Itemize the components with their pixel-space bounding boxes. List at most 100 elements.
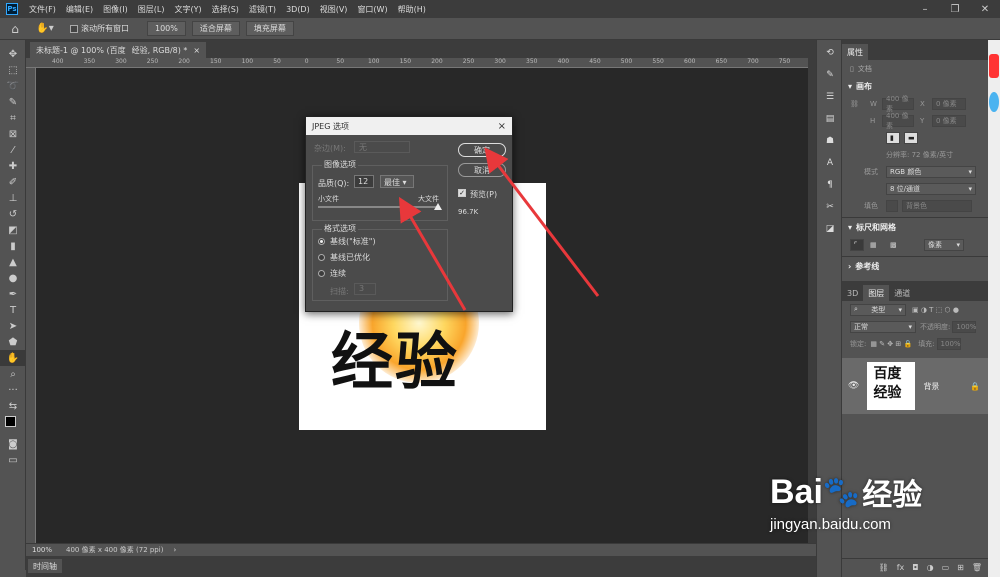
delete-layer-icon[interactable]: 🗑	[972, 563, 982, 572]
menu-filter[interactable]: 滤镜(T)	[244, 4, 281, 15]
matte-dropdown[interactable]: 无	[354, 141, 410, 153]
menu-file[interactable]: 文件(F)	[24, 4, 61, 15]
quick-select-tool-icon[interactable]: ✎	[0, 94, 26, 110]
link-layers-icon[interactable]: ⛓	[879, 563, 889, 572]
dodge-tool-icon[interactable]: ●	[0, 270, 26, 286]
path-select-tool-icon[interactable]: ➤	[0, 318, 26, 334]
timeline-tab[interactable]: 时间轴	[28, 559, 62, 573]
adjustments-panel-icon[interactable]: ☰	[817, 88, 843, 106]
baseline-optimized-radio[interactable]	[318, 254, 325, 261]
portrait-icon[interactable]: ▮	[886, 131, 900, 144]
baseline-standard-radio[interactable]	[318, 238, 325, 245]
screen-mode-icon[interactable]: ▭	[0, 452, 26, 468]
tools-panel-icon[interactable]: ✂	[817, 198, 843, 216]
quality-preset-dropdown[interactable]: 最佳 ▾	[380, 175, 414, 188]
fill-swatch[interactable]	[886, 199, 898, 212]
more-tools-icon[interactable]: ···	[0, 382, 26, 398]
tab-properties[interactable]: 属性	[842, 44, 868, 60]
history-panel-icon[interactable]: ⟲	[817, 44, 843, 62]
document-tab[interactable]: 未标题-1 @ 100% (百度 经验, RGB/8) * ×	[30, 42, 207, 58]
move-tool-icon[interactable]: ✥	[0, 46, 26, 62]
quick-mask-icon[interactable]: ◙	[0, 436, 26, 452]
default-colors-icon[interactable]: ⇆	[0, 398, 26, 414]
quality-field[interactable]: 12	[354, 175, 374, 188]
document-tab-close-icon[interactable]: ×	[193, 46, 200, 55]
minimize-icon[interactable]: –	[910, 0, 940, 18]
shape-tool-icon[interactable]: ⬟	[0, 334, 26, 350]
menu-help[interactable]: 帮助(H)	[393, 4, 431, 15]
landscape-icon[interactable]: ▬	[904, 131, 918, 144]
grid-toggle-icon[interactable]: ▦	[870, 241, 884, 249]
cancel-button[interactable]: 取消	[458, 163, 506, 177]
type-tool-icon[interactable]: T	[0, 302, 26, 318]
y-field[interactable]: 0 像素	[932, 114, 966, 127]
gradient-tool-icon[interactable]: ▮	[0, 238, 26, 254]
menu-window[interactable]: 窗口(W)	[352, 4, 392, 15]
tab-layers[interactable]: 图层	[863, 285, 890, 301]
fx-icon[interactable]: fx	[897, 563, 905, 572]
close-window-icon[interactable]: ✕	[970, 0, 1000, 18]
status-menu-arrow[interactable]: ›	[173, 546, 176, 554]
fill-dropdown[interactable]: 背景色	[902, 199, 972, 212]
new-layer-icon[interactable]: ⊞	[957, 563, 964, 572]
link-icon[interactable]: ⛓	[850, 100, 870, 108]
adjustment-layer-icon[interactable]: ◑	[927, 563, 934, 572]
export-panel-icon[interactable]: ◪	[817, 220, 843, 238]
tab-3d[interactable]: 3D	[842, 285, 863, 301]
zoom-tool-icon[interactable]: ⌕	[0, 366, 26, 382]
history-brush-tool-icon[interactable]: ↺	[0, 206, 26, 222]
rulers-section-header[interactable]: ▾ 标尺和网格	[842, 218, 988, 236]
fill-screen-button[interactable]: 填充屏幕	[245, 21, 294, 36]
assistant-icon[interactable]	[989, 92, 999, 112]
guides-section-header[interactable]: › 参考线	[842, 257, 988, 275]
preview-checkbox[interactable]: ✓	[458, 189, 466, 197]
hand-tool-icon[interactable]: ✋	[0, 350, 26, 366]
menu-image[interactable]: 图像(I)	[98, 4, 133, 15]
layer-row-background[interactable]: 👁 百度 经验 背景 🔒	[842, 358, 988, 414]
group-icon[interactable]: ▭	[942, 563, 950, 572]
mode-dropdown[interactable]: RGB 颜色 ▾	[886, 165, 976, 178]
fit-screen-button[interactable]: 适合屏幕	[191, 21, 240, 36]
depth-dropdown[interactable]: 8 位/通道 ▾	[886, 182, 976, 195]
height-field[interactable]: 400 像素	[882, 112, 914, 130]
dialog-close-icon[interactable]: ×	[498, 121, 506, 132]
scans-dropdown[interactable]: 3	[354, 283, 376, 295]
mask-icon[interactable]: ◘	[912, 563, 918, 572]
foreground-color-swatch[interactable]	[5, 416, 16, 427]
healing-brush-tool-icon[interactable]: ✚	[0, 158, 26, 174]
ruler-toggle-icon[interactable]: ⌜	[850, 238, 864, 251]
opacity-field[interactable]: 100%	[952, 320, 976, 333]
menu-edit[interactable]: 编辑(E)	[61, 4, 98, 15]
eraser-tool-icon[interactable]: ◩	[0, 222, 26, 238]
blur-tool-icon[interactable]: ▲	[0, 254, 26, 270]
menu-view[interactable]: 视图(V)	[315, 4, 353, 15]
crop-tool-icon[interactable]: ⌗	[0, 110, 26, 126]
x-field[interactable]: 0 像素	[932, 97, 966, 110]
restore-icon[interactable]: ❐	[940, 0, 970, 18]
home-icon[interactable]: ⌂	[0, 21, 30, 37]
marquee-tool-icon[interactable]: ⬚	[0, 62, 26, 78]
ok-button[interactable]: 确定	[458, 143, 506, 157]
width-field[interactable]: 400 像素	[882, 95, 914, 113]
quality-slider-thumb[interactable]	[434, 203, 442, 210]
quality-slider-track[interactable]	[318, 206, 438, 208]
character-panel-icon[interactable]: A	[817, 154, 843, 172]
status-zoom[interactable]: 100%	[32, 546, 52, 554]
color-swatches[interactable]	[0, 414, 26, 436]
ruler-unit-dropdown[interactable]: 像素 ▾	[924, 238, 964, 251]
menu-select[interactable]: 选择(S)	[207, 4, 244, 15]
people-panel-icon[interactable]: ☗	[817, 132, 843, 150]
app-badge-icon[interactable]	[989, 54, 999, 78]
blend-mode-dropdown[interactable]: 正常 ▾	[850, 320, 916, 333]
eye-icon[interactable]: 👁	[848, 381, 859, 391]
canvas-section-header[interactable]: ▾ 画布	[842, 77, 988, 95]
clone-stamp-tool-icon[interactable]: ⊥	[0, 190, 26, 206]
pixel-grid-icon[interactable]: ▩	[890, 241, 904, 249]
tab-channels[interactable]: 通道	[889, 285, 915, 301]
paragraph-panel-icon[interactable]: ¶	[817, 176, 843, 194]
lasso-tool-icon[interactable]: ➰	[0, 78, 26, 94]
layer-filter-icons[interactable]: ▣ ◑ T ⬚ ⬡ ●	[912, 306, 959, 314]
menu-3d[interactable]: 3D(D)	[281, 5, 315, 14]
hand-tool-preset-icon[interactable]: ✋▾	[30, 21, 60, 37]
lock-icons[interactable]: ▦ ✎ ✥ ⊞ 🔒	[870, 340, 912, 348]
